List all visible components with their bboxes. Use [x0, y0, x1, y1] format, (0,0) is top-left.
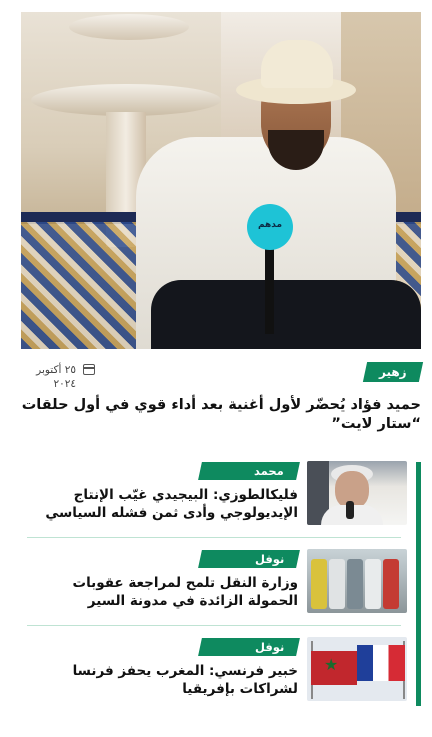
featured-meta: زهير ٢٥ أكتوبر ٢٠٢٤ [21, 362, 424, 392]
author-name: نوفل [254, 552, 284, 566]
thumb-truck [347, 559, 363, 609]
author-badge[interactable]: محمد [198, 462, 300, 480]
image-mic-logo: مدهم [257, 220, 283, 230]
featured-headline[interactable]: حميد فؤاد يُحضّر لأول أغنية بعد أداء قوي… [21, 396, 421, 434]
article-title[interactable]: وزارة النقل تلمح لمراجعة عقوبات الحمولة … [23, 574, 298, 610]
article-title[interactable]: خبير فرنسي: المغرب يحفز فرنسا لشراكات بإ… [23, 662, 298, 698]
list-item[interactable]: محمد فليكالطوزي: البيجيدي غيّب الإنتاج ا… [21, 456, 411, 538]
category-tag-label: زهير [379, 365, 407, 379]
thumb-truck [383, 559, 399, 609]
publish-date: ٢٥ أكتوبر ٢٠٢٤ [36, 364, 76, 390]
calendar-icon [83, 364, 95, 375]
author-badge[interactable]: نوفل [198, 638, 300, 656]
article-list: محمد فليكالطوزي: البيجيدي غيّب الإنتاج ا… [21, 456, 421, 706]
featured-image[interactable]: مدهم [21, 12, 421, 349]
image-person-pants [151, 280, 421, 349]
image-hat-crown [261, 40, 333, 88]
author-name: نوفل [254, 640, 284, 654]
author-badge[interactable]: نوفل [198, 550, 300, 568]
thumb-flag-france [357, 645, 405, 681]
thumb-truck [311, 559, 327, 609]
thumb-truck [329, 559, 345, 609]
list-item[interactable]: ★ نوفل خبير فرنسي: المغرب يحفز فرنسا لشر… [21, 632, 411, 702]
category-tag[interactable]: زهير [363, 362, 424, 382]
author-name: محمد [254, 464, 284, 478]
article-thumbnail[interactable] [307, 549, 407, 613]
image-mic-stick [265, 244, 274, 334]
thumb-flag-star-icon: ★ [324, 655, 339, 674]
article-thumbnail[interactable] [307, 461, 407, 525]
article-title[interactable]: فليكالطوزي: البيجيدي غيّب الإنتاج الإيدي… [23, 486, 298, 522]
thumb-truck [365, 559, 381, 609]
image-fountain-top [69, 14, 189, 40]
list-item[interactable]: نوفل وزارة النقل تلمح لمراجعة عقوبات الح… [21, 544, 411, 626]
list-accent-rail [416, 462, 421, 706]
thumb-microphone [346, 501, 354, 519]
divider [27, 536, 401, 538]
divider [27, 624, 401, 626]
article-thumbnail[interactable]: ★ [307, 637, 407, 701]
